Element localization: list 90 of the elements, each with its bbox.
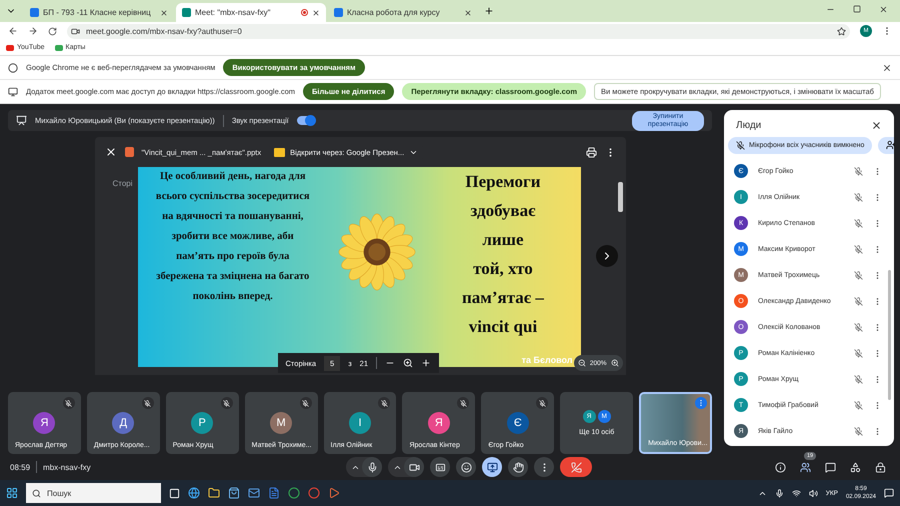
reload-icon[interactable] (48, 26, 57, 36)
zoom-icon[interactable] (403, 358, 414, 368)
speaker-icon[interactable] (808, 488, 818, 498)
present-screen-icon (486, 462, 498, 472)
zoom-out-icon[interactable] (578, 359, 586, 367)
participant-avatar: Я (33, 412, 56, 434)
participant-avatar: І (348, 412, 371, 434)
monitor-icon (8, 86, 18, 96)
task-view-icon[interactable] (169, 488, 180, 498)
close-icon[interactable] (160, 8, 168, 16)
slide-caption: та Бєловол (522, 355, 572, 365)
zoom-in-icon[interactable] (610, 359, 618, 367)
slide-text: лише (482, 229, 524, 251)
hand-icon (512, 462, 524, 472)
slide-text: Перемоги (465, 171, 541, 193)
page-label: Сторі (112, 179, 133, 188)
participant-avatar: Є (506, 412, 529, 434)
document-icon[interactable] (268, 487, 280, 499)
add-person-icon (886, 140, 894, 150)
start-icon[interactable] (6, 487, 18, 499)
back-icon[interactable] (8, 26, 18, 36)
forward-icon[interactable] (28, 26, 38, 36)
tab-favicon (30, 8, 39, 17)
browser-tab[interactable]: Meet: "mbx-nsav-fxy" (176, 3, 326, 22)
meeting-time: 08:59 (10, 462, 30, 472)
captions-icon (434, 462, 446, 472)
participant-avatar: Д (112, 412, 134, 434)
slide-text: здобуває (470, 200, 536, 222)
smiley-icon (460, 462, 472, 472)
chat-icon[interactable] (825, 462, 836, 472)
search-icon (32, 488, 41, 498)
notifications-icon[interactable] (884, 488, 894, 498)
zoom-in-icon[interactable] (421, 358, 432, 368)
raise-hand-button[interactable] (508, 457, 528, 477)
captions-button[interactable] (430, 457, 450, 477)
audio-toggle[interactable] (296, 116, 315, 125)
participant-avatar: М (270, 412, 292, 434)
address-field[interactable]: meet.google.com/mbx-nsav-fxy?authuser=0 (86, 26, 242, 36)
slide-text: vincit qui (468, 316, 538, 338)
close-icon[interactable] (882, 62, 892, 72)
slide-paragraph: Це особливий день, нагода для всього суспільства зосередитися на вдячності та пошануванні, зробити все можливе, аби пам’ять про героїв була збережена та зміцнена на багато поколінь вперед. (154, 170, 311, 304)
lock-icon[interactable] (875, 462, 886, 472)
wifi-icon[interactable] (792, 488, 801, 498)
maximize-icon[interactable] (853, 4, 861, 12)
camera-icon (71, 26, 80, 36)
scrollbar-thumb[interactable] (888, 270, 891, 400)
close-icon[interactable] (464, 8, 472, 16)
tab-favicon (334, 8, 343, 17)
reactions-button[interactable] (456, 457, 476, 477)
taskbar-search-field[interactable]: Пошук (26, 483, 161, 503)
microphone-button[interactable] (362, 457, 382, 477)
panel-title: Люди (736, 120, 762, 131)
microphone-icon[interactable] (774, 488, 784, 498)
info-icon[interactable] (775, 462, 786, 472)
phone-hang-up-icon (570, 462, 582, 472)
presentation-file-icon (124, 147, 134, 157)
circle-icon[interactable] (308, 487, 320, 499)
play-icon[interactable] (328, 487, 340, 499)
more-options-button[interactable] (534, 457, 554, 477)
presentation-icon (16, 115, 27, 126)
bookmark-star-icon[interactable] (837, 26, 846, 36)
new-tab-icon[interactable] (484, 6, 494, 16)
muted-microphone-icon (736, 141, 745, 150)
leave-call-button[interactable] (560, 457, 592, 477)
slide-text: той, хто (473, 258, 533, 280)
print-icon[interactable] (586, 146, 596, 158)
camera-button[interactable] (404, 457, 424, 477)
activities-icon[interactable] (850, 462, 861, 472)
meeting-code: mbx-nsav-fxy (43, 462, 91, 472)
globe-icon[interactable] (188, 487, 200, 499)
slides-icon (274, 148, 286, 156)
folder-icon[interactable] (208, 487, 220, 499)
shopping-bag-icon[interactable] (228, 487, 240, 499)
close-icon[interactable] (312, 8, 320, 16)
close-icon[interactable] (104, 146, 116, 158)
camera-icon (408, 462, 420, 472)
participant-avatar: Р (191, 412, 214, 434)
browser-tab[interactable]: БП - 793 -11 Класне керівниц (24, 3, 174, 22)
scrollbar-thumb[interactable] (618, 182, 622, 212)
tab-favicon (182, 8, 191, 17)
slide-text: пам’ятає – (462, 287, 544, 309)
circle-icon[interactable] (288, 487, 300, 499)
close-icon[interactable] (871, 120, 882, 131)
present-button[interactable] (482, 457, 502, 477)
mail-icon[interactable] (248, 487, 260, 499)
participant-avatar: Я (428, 412, 450, 434)
close-icon[interactable] (879, 4, 888, 14)
microphone-icon (366, 462, 378, 472)
browser-tab[interactable]: Класна робота для курсу (328, 3, 478, 22)
next-page-button[interactable] (596, 245, 618, 267)
